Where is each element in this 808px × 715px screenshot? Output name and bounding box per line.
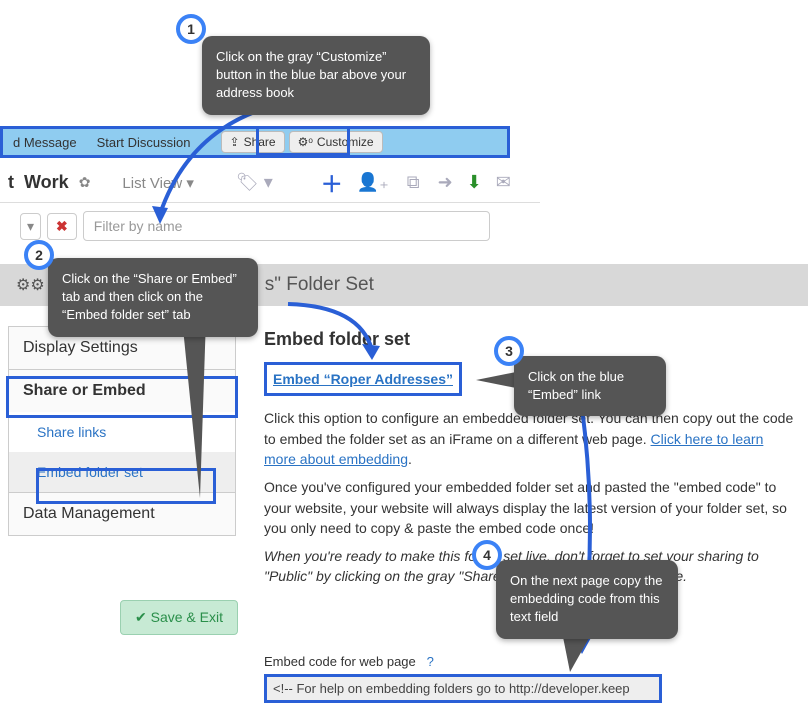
toolbar-prefix: t (8, 172, 14, 193)
message-text: d Message (3, 135, 87, 150)
embed-code-label-text: Embed code for web page (264, 654, 416, 669)
callout-badge-4: 4 (472, 540, 502, 570)
add-user-icon[interactable]: 👤₊ (353, 172, 393, 193)
callout-3-text: Click on the blue “Embed” link (528, 369, 624, 402)
clear-filter-button[interactable]: ✖ (47, 213, 77, 240)
callout-4: On the next page copy the embedding code… (496, 560, 678, 639)
mail-icon[interactable]: ✉ (492, 172, 515, 193)
dropdown-button[interactable]: ▾ (20, 213, 41, 240)
callout-badge-1: 1 (176, 14, 206, 44)
embed-code-label: Embed code for web page ? (264, 654, 434, 669)
callout-1: Click on the gray “Customize” button in … (202, 36, 430, 115)
settings-header-suffix: s" Folder Set (265, 274, 374, 296)
copy-icon[interactable]: ⧉ (403, 172, 424, 193)
add-icon[interactable]: ＋ (321, 167, 343, 199)
embed-roper-link[interactable]: Embed “Roper Addresses” (264, 362, 462, 396)
save-exit-label: Save & Exit (151, 609, 223, 625)
workspace-title[interactable]: Work (24, 172, 69, 193)
callout-2: Click on the “Share or Embed” tab and th… (48, 258, 258, 337)
help-icon[interactable]: ? (427, 654, 434, 669)
callout-2-text: Click on the “Share or Embed” tab and th… (62, 271, 237, 322)
save-exit-button[interactable]: ✔ Save & Exit (120, 600, 238, 635)
check-icon: ✔ (135, 609, 147, 625)
callout-badge-3: 3 (494, 336, 524, 366)
callout-1-text: Click on the gray “Customize” button in … (216, 49, 406, 100)
gears-icon: ⚙⚙ (16, 275, 45, 295)
callout-badge-2: 2 (24, 240, 54, 270)
download-icon[interactable]: ⬇ (467, 172, 482, 193)
forward-icon[interactable]: ➜ (434, 172, 457, 193)
embed-code-field[interactable]: <!-- For help on embedding folders go to… (264, 674, 662, 703)
content-p2: Once you've configured your embedded fol… (264, 477, 794, 538)
callout-4-text: On the next page copy the embedding code… (510, 573, 663, 624)
content-p1: Click this option to configure an embedd… (264, 408, 794, 469)
gear-icon[interactable]: ✿ (79, 174, 91, 191)
callout-3: Click on the blue “Embed” link (514, 356, 666, 416)
content-p1-period: . (408, 451, 412, 467)
